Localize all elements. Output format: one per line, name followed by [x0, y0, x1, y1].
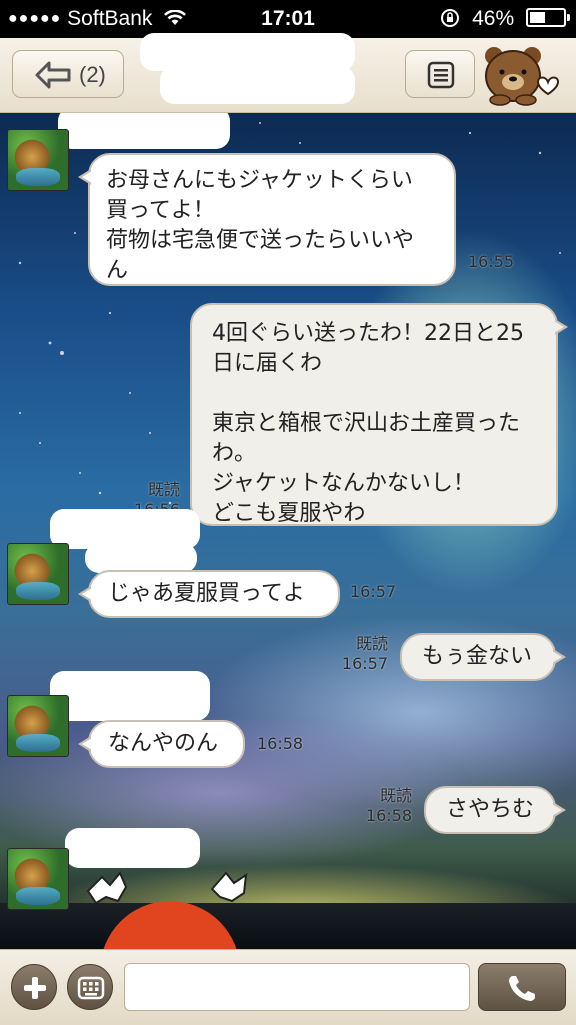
avatar[interactable] — [7, 695, 69, 757]
redacted-chat-title-2 — [160, 66, 355, 104]
chat-background[interactable]: お母さんにもジャケットくらい 買ってよ！ 荷物は宅急便で送ったらいいや ん 16… — [0, 113, 576, 949]
message-bubble-received[interactable]: なんやのん — [78, 720, 245, 768]
message-bubble-sent[interactable]: 4回ぐらい送ったわ！22日と25 日に届くわ 東京と箱根で沢山お土産買った わ。… — [190, 303, 568, 526]
battery-icon — [526, 8, 570, 27]
sticker-image[interactable] — [80, 871, 250, 949]
read-receipt: 既読 — [355, 634, 388, 653]
call-button[interactable] — [478, 963, 566, 1011]
message-bubble-received[interactable]: じゃあ夏服買ってよ — [78, 570, 340, 618]
battery-percent: 46% — [472, 7, 515, 30]
keyboard-icon — [77, 976, 105, 1000]
avatar[interactable] — [7, 543, 69, 605]
message-time: 16:58 — [257, 734, 304, 753]
message-input[interactable] — [124, 963, 470, 1011]
back-arrow-icon — [35, 61, 71, 89]
message-time: 16:57 — [350, 582, 397, 601]
read-receipt: 既読 — [147, 480, 180, 499]
plus-button[interactable] — [11, 964, 57, 1010]
rotation-lock-icon — [441, 9, 460, 27]
redacted-sender-name — [65, 828, 200, 868]
avatar[interactable] — [7, 848, 69, 910]
phone-icon — [509, 976, 535, 1001]
brown-bear-icon — [485, 47, 560, 106]
battery-fill — [530, 12, 545, 23]
keyboard-button[interactable] — [67, 964, 113, 1010]
message-time: 16:55 — [468, 252, 515, 271]
unread-count: (2) — [79, 62, 106, 87]
status-right: 46% — [440, 7, 570, 31]
redacted-sender-name-2 — [85, 543, 197, 573]
menu-icon — [427, 61, 455, 89]
plus-icon — [24, 977, 46, 999]
message-bubble-sent[interactable]: もぅ金ない — [400, 633, 566, 681]
chat-header: (2) — [0, 33, 576, 113]
redacted-sender-name — [50, 671, 210, 721]
message-time: 16:58 — [365, 806, 412, 825]
message-time: 16:57 — [341, 654, 388, 673]
redacted-sender-name — [58, 113, 230, 149]
sticker-shop-button[interactable] — [480, 42, 570, 108]
avatar[interactable] — [7, 129, 69, 191]
message-bubble-received[interactable]: お母さんにもジャケットくらい 買ってよ！ 荷物は宅急便で送ったらいいや ん — [78, 153, 456, 286]
message-bubble-sent[interactable]: さやちむ — [424, 786, 566, 834]
read-receipt: 既読 — [379, 786, 412, 805]
menu-button[interactable] — [405, 50, 475, 98]
back-button[interactable]: (2) — [12, 50, 124, 98]
message-input-bar — [0, 949, 576, 1025]
